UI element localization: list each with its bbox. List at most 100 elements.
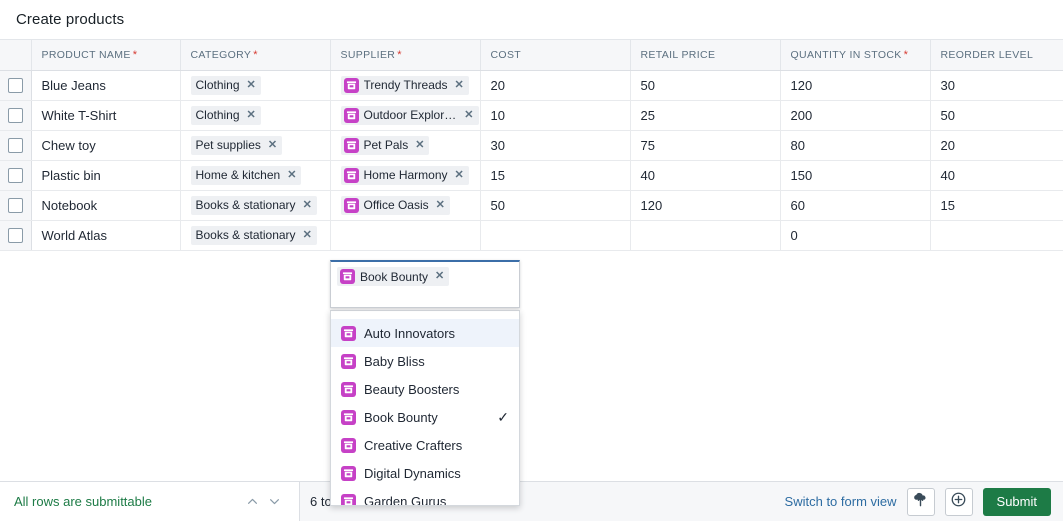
- remove-chip-icon[interactable]: ✕: [435, 271, 444, 282]
- row-checkbox[interactable]: [7, 78, 23, 94]
- active-cell-supplier[interactable]: Book Bounty ✕: [330, 260, 520, 308]
- cell-retail-price[interactable]: 75: [630, 130, 781, 161]
- cell-category[interactable]: Home & kitchen ✕: [180, 160, 331, 191]
- row-checkbox[interactable]: [7, 228, 23, 244]
- column-header-retail-price[interactable]: RETAIL PRICE: [630, 40, 781, 71]
- category-chip[interactable]: Books & stationary ✕: [190, 195, 317, 215]
- cell-reorder-level[interactable]: 20: [930, 130, 1063, 161]
- next-row-button[interactable]: [263, 491, 285, 513]
- category-chip[interactable]: Books & stationary ✕: [190, 225, 317, 245]
- cell-retail-price[interactable]: 120: [630, 190, 781, 221]
- cell-supplier[interactable]: Outdoor Explorers ✕: [330, 100, 481, 131]
- cell-category[interactable]: Pet supplies ✕: [180, 130, 331, 161]
- category-chip[interactable]: Pet supplies ✕: [190, 135, 283, 155]
- cell-supplier[interactable]: [330, 220, 481, 251]
- row-checkbox[interactable]: [7, 168, 23, 184]
- remove-chip-icon[interactable]: ✕: [455, 169, 464, 181]
- cell-category[interactable]: Clothing ✕: [180, 100, 331, 131]
- cell-cost[interactable]: 20: [480, 70, 631, 101]
- submit-button[interactable]: Submit: [982, 487, 1051, 516]
- cell-quantity-in-stock[interactable]: 80: [780, 130, 931, 161]
- column-header-cost[interactable]: COST: [480, 40, 631, 71]
- cell-retail-price[interactable]: [630, 220, 781, 251]
- supplier-chip[interactable]: Home Harmony ✕: [340, 165, 469, 185]
- remove-chip-icon[interactable]: ✕: [415, 139, 424, 151]
- switch-to-form-view-link[interactable]: Switch to form view: [785, 494, 897, 509]
- category-chip[interactable]: Clothing ✕: [190, 75, 261, 95]
- cell-reorder-level[interactable]: 40: [930, 160, 1063, 191]
- cell-supplier[interactable]: Office Oasis ✕: [330, 190, 481, 221]
- supplier-dropdown[interactable]: Auto Innovators Baby Bliss Beauty Boosters…: [330, 310, 520, 506]
- cell-category[interactable]: Clothing ✕: [180, 70, 331, 101]
- row-select-cell[interactable]: [0, 220, 32, 251]
- row-select-cell[interactable]: [0, 190, 32, 221]
- cell-supplier[interactable]: Pet Pals ✕: [330, 130, 481, 161]
- cell-product-name[interactable]: Plastic bin: [31, 160, 181, 191]
- remove-chip-icon[interactable]: ✕: [455, 79, 464, 91]
- cell-cost[interactable]: 30: [480, 130, 631, 161]
- cell-product-name[interactable]: White T-Shirt: [31, 100, 181, 131]
- cell-product-name[interactable]: World Atlas: [31, 220, 181, 251]
- cell-reorder-level[interactable]: 15: [930, 190, 1063, 221]
- cell-category[interactable]: Books & stationary ✕: [180, 220, 331, 251]
- cell-product-name[interactable]: Notebook: [31, 190, 181, 221]
- dropdown-option[interactable]: Beauty Boosters: [331, 375, 519, 403]
- cell-cost[interactable]: [480, 220, 631, 251]
- cell-supplier[interactable]: Trendy Threads ✕: [330, 70, 481, 101]
- cell-quantity-in-stock[interactable]: 60: [780, 190, 931, 221]
- supplier-chip[interactable]: Book Bounty ✕: [337, 267, 450, 286]
- row-select-cell[interactable]: [0, 100, 32, 131]
- supplier-chip[interactable]: Outdoor Explorers ✕: [340, 105, 479, 125]
- cell-supplier[interactable]: Home Harmony ✕: [330, 160, 481, 191]
- row-checkbox[interactable]: [7, 108, 23, 124]
- supplier-chip[interactable]: Pet Pals ✕: [340, 135, 430, 155]
- cell-quantity-in-stock[interactable]: 200: [780, 100, 931, 131]
- cell-product-name[interactable]: Blue Jeans: [31, 70, 181, 101]
- dropdown-option[interactable]: Creative Crafters: [331, 431, 519, 459]
- cell-reorder-level[interactable]: 50: [930, 100, 1063, 131]
- remove-chip-icon[interactable]: ✕: [303, 199, 312, 211]
- cell-cost[interactable]: 15: [480, 160, 631, 191]
- cell-retail-price[interactable]: 25: [630, 100, 781, 131]
- dropdown-option[interactable]: Digital Dynamics: [331, 459, 519, 487]
- remove-chip-icon[interactable]: ✕: [268, 139, 277, 151]
- add-row-button[interactable]: [944, 487, 973, 516]
- previous-row-button[interactable]: [241, 491, 263, 513]
- dropdown-option[interactable]: Book Bounty ✓: [331, 403, 519, 431]
- cell-quantity-in-stock[interactable]: 150: [780, 160, 931, 191]
- supplier-chip[interactable]: Office Oasis ✕: [340, 195, 450, 215]
- column-header-category[interactable]: CATEGORY *: [180, 40, 331, 71]
- supplier-chip[interactable]: Trendy Threads ✕: [340, 75, 469, 95]
- column-header-reorder-level[interactable]: REORDER LEVEL: [930, 40, 1063, 71]
- cell-cost[interactable]: 50: [480, 190, 631, 221]
- dropdown-option[interactable]: Auto Innovators: [331, 319, 519, 347]
- row-select-cell[interactable]: [0, 160, 32, 191]
- cell-category[interactable]: Books & stationary ✕: [180, 190, 331, 221]
- cell-product-name[interactable]: Chew toy: [31, 130, 181, 161]
- row-checkbox[interactable]: [7, 138, 23, 154]
- cell-quantity-in-stock[interactable]: 0: [780, 220, 931, 251]
- cell-quantity-in-stock[interactable]: 120: [780, 70, 931, 101]
- column-header-select-all[interactable]: [0, 40, 32, 71]
- category-chip[interactable]: Clothing ✕: [190, 105, 261, 125]
- upload-button[interactable]: [906, 487, 935, 516]
- row-select-cell[interactable]: [0, 70, 32, 101]
- column-header-quantity-in-stock[interactable]: QUANTITY IN STOCK *: [780, 40, 931, 71]
- column-header-product-name[interactable]: PRODUCT NAME *: [31, 40, 181, 71]
- remove-chip-icon[interactable]: ✕: [464, 109, 473, 121]
- cell-cost[interactable]: 10: [480, 100, 631, 131]
- cell-retail-price[interactable]: 40: [630, 160, 781, 191]
- category-chip[interactable]: Home & kitchen ✕: [190, 165, 302, 185]
- row-select-cell[interactable]: [0, 130, 32, 161]
- remove-chip-icon[interactable]: ✕: [287, 169, 296, 181]
- row-checkbox[interactable]: [7, 198, 23, 214]
- dropdown-option[interactable]: Garden Gurus: [331, 487, 519, 505]
- remove-chip-icon[interactable]: ✕: [247, 79, 256, 91]
- cell-reorder-level[interactable]: 30: [930, 70, 1063, 101]
- cell-retail-price[interactable]: 50: [630, 70, 781, 101]
- cell-reorder-level[interactable]: [930, 220, 1063, 251]
- column-header-supplier[interactable]: SUPPLIER *: [330, 40, 481, 71]
- dropdown-option[interactable]: Baby Bliss: [331, 347, 519, 375]
- remove-chip-icon[interactable]: ✕: [247, 109, 256, 121]
- remove-chip-icon[interactable]: ✕: [436, 199, 445, 211]
